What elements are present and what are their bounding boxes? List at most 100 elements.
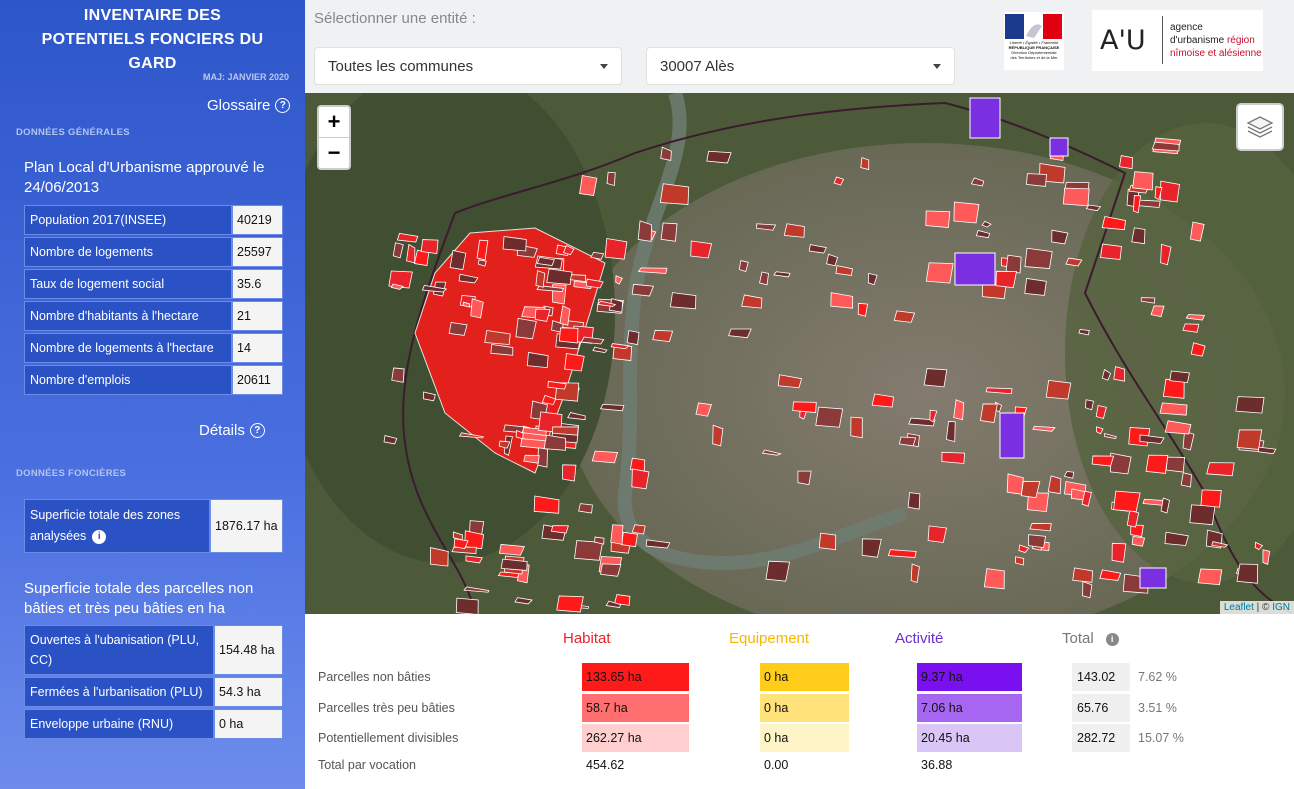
map-parcel[interactable]	[574, 540, 604, 561]
map-activity-parcel[interactable]	[1049, 137, 1069, 157]
map-parcel[interactable]	[535, 270, 546, 288]
map-parcel[interactable]	[578, 503, 593, 514]
map-parcel[interactable]	[448, 322, 468, 336]
map-parcel[interactable]	[1051, 229, 1069, 245]
map-parcel[interactable]	[1160, 180, 1180, 203]
map-parcel[interactable]	[1169, 370, 1190, 384]
details-link[interactable]: Détails ?	[199, 422, 265, 439]
map-parcel[interactable]	[1132, 171, 1154, 191]
map-parcel[interactable]	[1091, 455, 1115, 467]
map-parcel[interactable]	[606, 171, 616, 187]
map-parcel[interactable]	[420, 239, 439, 254]
map-parcel[interactable]	[1165, 456, 1186, 473]
map-parcel[interactable]	[391, 367, 405, 383]
map-parcel[interactable]	[631, 283, 655, 297]
map-parcel[interactable]	[1200, 489, 1222, 508]
map-parcel[interactable]	[1025, 173, 1047, 187]
map-parcel[interactable]	[562, 464, 577, 482]
map-parcel[interactable]	[941, 451, 966, 464]
glossaire-link[interactable]: Glossaire ?	[207, 97, 291, 114]
leaflet-link[interactable]: Leaflet	[1224, 602, 1254, 613]
map-parcel[interactable]	[1197, 568, 1223, 586]
map-parcel[interactable]	[1024, 247, 1053, 270]
aerial-map[interactable]	[305, 93, 1294, 614]
map-parcel[interactable]	[637, 220, 652, 242]
map-parcel[interactable]	[546, 268, 573, 285]
map-parcel[interactable]	[792, 401, 817, 414]
map-parcel[interactable]	[815, 406, 844, 428]
map-parcel[interactable]	[660, 222, 678, 242]
map-parcel[interactable]	[631, 524, 646, 535]
map-parcel[interactable]	[600, 563, 622, 577]
map-parcel[interactable]	[1005, 254, 1022, 274]
map-parcel[interactable]	[818, 532, 837, 551]
map-parcel[interactable]	[470, 298, 484, 319]
map-parcel[interactable]	[1236, 563, 1259, 584]
map-parcel[interactable]	[1236, 429, 1263, 450]
map-parcel[interactable]	[558, 327, 579, 344]
map-parcel[interactable]	[797, 470, 812, 486]
map-parcel[interactable]	[925, 262, 954, 284]
map-parcel[interactable]	[860, 157, 870, 171]
map-parcel[interactable]	[610, 524, 624, 545]
map-parcel[interactable]	[1180, 472, 1192, 488]
map-parcel[interactable]	[564, 353, 585, 372]
map-parcel[interactable]	[907, 492, 921, 510]
map-parcel[interactable]	[1206, 462, 1235, 477]
map-parcel[interactable]	[1100, 243, 1122, 260]
map-parcel[interactable]	[1062, 187, 1090, 207]
map-parcel[interactable]	[980, 403, 998, 423]
map-parcel[interactable]	[925, 210, 951, 229]
map-parcel[interactable]	[983, 568, 1005, 590]
info-icon[interactable]: i	[1105, 632, 1119, 646]
map-parcel[interactable]	[621, 531, 638, 548]
map-parcel[interactable]	[631, 468, 650, 490]
zoom-out-button[interactable]: −	[319, 137, 349, 168]
ign-link[interactable]: IGN	[1272, 602, 1290, 613]
map-parcel[interactable]	[1111, 542, 1127, 563]
info-icon[interactable]: i	[92, 529, 107, 544]
map-parcel[interactable]	[923, 368, 948, 388]
map-parcel[interactable]	[783, 223, 805, 238]
map-parcel[interactable]	[1235, 396, 1265, 414]
map-parcel[interactable]	[652, 329, 674, 343]
map-parcel[interactable]	[1159, 402, 1188, 416]
map-parcel[interactable]	[498, 543, 525, 556]
map-parcel[interactable]	[927, 525, 948, 543]
map-parcel[interactable]	[455, 597, 479, 614]
layers-button[interactable]	[1236, 103, 1284, 151]
map-parcel[interactable]	[1082, 581, 1093, 599]
zoom-in-button[interactable]: +	[319, 107, 349, 137]
map-parcel[interactable]	[515, 317, 537, 340]
map-parcel[interactable]	[1006, 473, 1024, 495]
map-parcel[interactable]	[953, 201, 980, 224]
map-parcel[interactable]	[995, 270, 1017, 289]
map-parcel[interactable]	[500, 558, 528, 571]
map-parcel[interactable]	[706, 150, 732, 164]
map-parcel[interactable]	[502, 236, 527, 252]
map-parcel[interactable]	[1131, 535, 1146, 547]
map-view[interactable]: + − Leaflet | © IGN	[305, 93, 1294, 614]
map-activity-parcel[interactable]	[1139, 567, 1167, 589]
map-parcel[interactable]	[579, 175, 598, 196]
map-parcel[interactable]	[1024, 277, 1047, 296]
map-parcel[interactable]	[1028, 534, 1047, 549]
map-parcel[interactable]	[765, 560, 791, 582]
map-parcel[interactable]	[1113, 490, 1141, 513]
map-parcel[interactable]	[556, 595, 584, 613]
map-parcel[interactable]	[604, 237, 628, 260]
map-parcel[interactable]	[591, 450, 619, 464]
map-parcel[interactable]	[659, 183, 690, 205]
commune-select[interactable]: Toutes les communes	[314, 47, 622, 85]
map-parcel[interactable]	[857, 302, 869, 317]
map-parcel[interactable]	[1131, 227, 1146, 245]
map-parcel[interactable]	[893, 310, 916, 323]
map-activity-parcel[interactable]	[954, 252, 996, 286]
map-parcel[interactable]	[626, 330, 640, 346]
map-parcel[interactable]	[1045, 379, 1072, 400]
map-parcel[interactable]	[861, 538, 882, 558]
map-parcel[interactable]	[712, 424, 724, 447]
map-parcel[interactable]	[669, 292, 697, 310]
map-parcel[interactable]	[898, 436, 917, 447]
map-activity-parcel[interactable]	[999, 412, 1025, 459]
